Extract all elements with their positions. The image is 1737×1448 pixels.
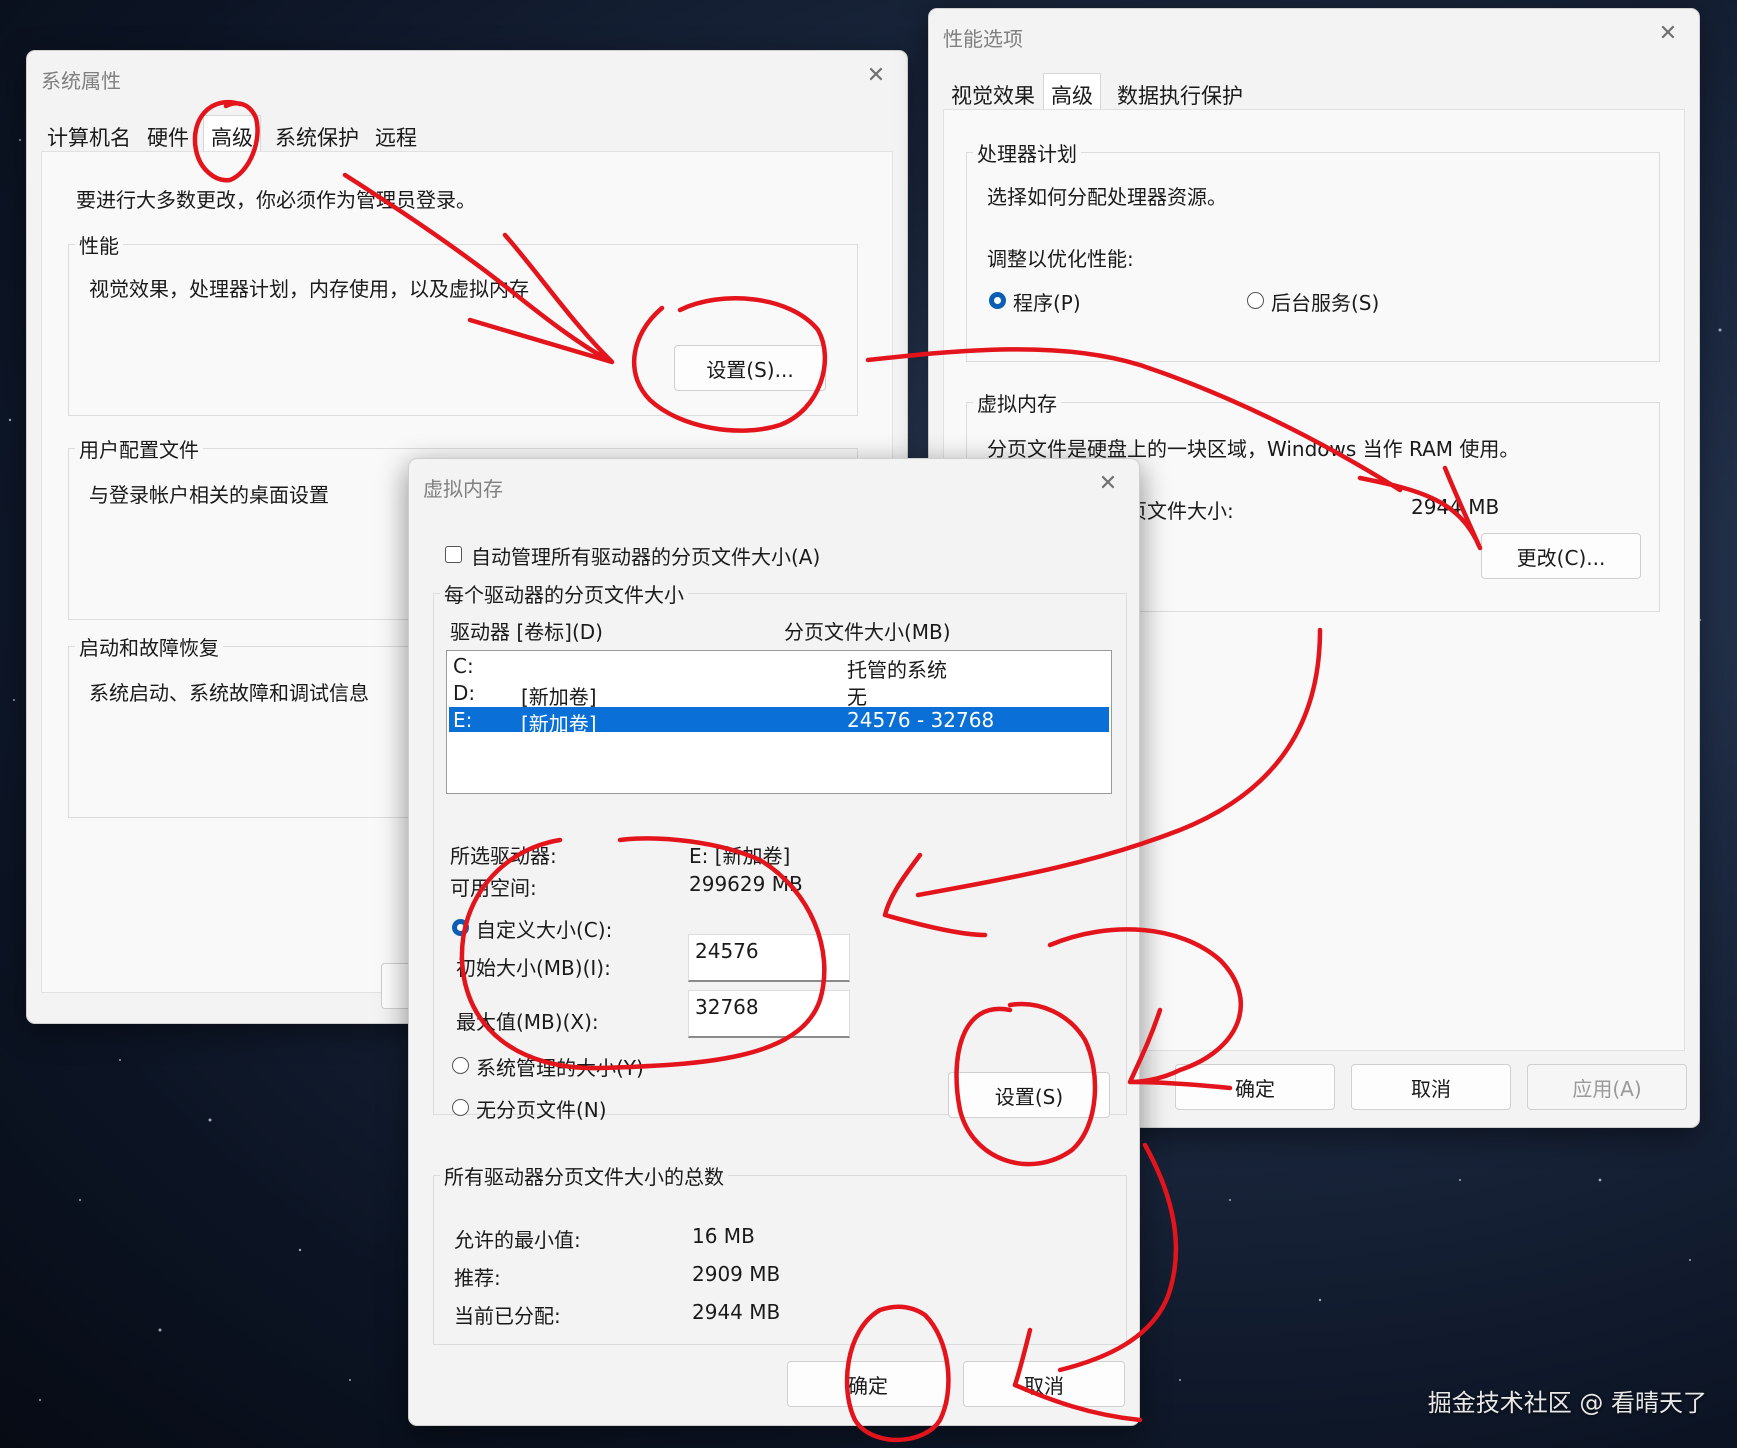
titlebar: 虚拟内存 ✕ bbox=[409, 459, 1139, 507]
no-paging-radio[interactable] bbox=[452, 1099, 469, 1116]
processor-group: 处理器计划 选择如何分配处理器资源。 调整以优化性能: 程序(P) 后台服务(S… bbox=[966, 138, 1660, 362]
window-title: 系统属性 bbox=[41, 69, 121, 93]
column-drive-header: 驱动器 [卷标](D) bbox=[450, 620, 603, 644]
apply-button[interactable]: 应用(A) bbox=[1527, 1064, 1687, 1110]
auto-manage-label[interactable]: 自动管理所有驱动器的分页文件大小(A) bbox=[471, 541, 820, 570]
drive-row-c[interactable]: C: 托管的系统 bbox=[449, 653, 1109, 682]
initial-size-label: 初始大小(MB)(I): bbox=[456, 956, 611, 980]
close-icon[interactable]: ✕ bbox=[863, 63, 889, 89]
performance-settings-button[interactable]: 设置(S)... bbox=[674, 345, 826, 391]
change-button[interactable]: 更改(C)... bbox=[1481, 533, 1641, 579]
per-drive-label: 每个驱动器的分页文件大小 bbox=[440, 579, 688, 608]
processor-desc: 选择如何分配处理器资源。 bbox=[987, 185, 1227, 209]
titlebar: 系统属性 ✕ bbox=[27, 51, 907, 99]
currently-allocated-value: 2944 MB bbox=[692, 1300, 781, 1324]
recommended-value: 2909 MB bbox=[692, 1262, 781, 1286]
drive-row-e[interactable]: E: [新加卷] 24576 - 32768 bbox=[449, 707, 1109, 736]
free-space-label: 可用空间: bbox=[450, 876, 537, 900]
vm-cancel-button[interactable]: 取消 bbox=[963, 1361, 1125, 1407]
currently-allocated-label: 当前已分配: bbox=[454, 1304, 561, 1328]
virtual-memory-label: 虚拟内存 bbox=[973, 388, 1061, 417]
user-profile-label: 用户配置文件 bbox=[75, 434, 203, 463]
system-managed-radio[interactable] bbox=[452, 1057, 469, 1074]
max-size-label: 最大值(MB)(X): bbox=[456, 1010, 599, 1034]
close-icon[interactable]: ✕ bbox=[1095, 471, 1121, 497]
window-title: 虚拟内存 bbox=[423, 477, 503, 501]
watermark-text: 掘金技术社区 @ 看晴天了 bbox=[1427, 1389, 1707, 1417]
programs-radio[interactable] bbox=[989, 292, 1006, 309]
startup-desc: 系统启动、系统故障和调试信息 bbox=[89, 681, 369, 705]
ok-button[interactable]: 确定 bbox=[1175, 1064, 1335, 1110]
performance-desc: 视觉效果，处理器计划，内存使用，以及虚拟内存 bbox=[89, 277, 529, 301]
total-paging-value: 2944 MB bbox=[1411, 495, 1500, 519]
selected-drive-value: E: [新加卷] bbox=[689, 844, 791, 868]
processor-label: 处理器计划 bbox=[973, 138, 1081, 167]
window-title: 性能选项 bbox=[943, 27, 1023, 51]
system-managed-label[interactable]: 系统管理的大小(Y) bbox=[476, 1052, 644, 1081]
min-allowed-value: 16 MB bbox=[692, 1224, 755, 1248]
adjust-label: 调整以优化性能: bbox=[987, 247, 1134, 271]
initial-size-input[interactable]: 24576 bbox=[688, 934, 850, 982]
totals-label: 所有驱动器分页文件大小的总数 bbox=[440, 1161, 728, 1190]
custom-size-radio[interactable] bbox=[452, 919, 469, 936]
vm-ok-button[interactable]: 确定 bbox=[787, 1361, 949, 1407]
titlebar: 性能选项 ✕ bbox=[929, 9, 1699, 57]
recommended-label: 推荐: bbox=[454, 1266, 501, 1290]
admin-note: 要进行大多数更改，你必须作为管理员登录。 bbox=[76, 188, 476, 212]
performance-label: 性能 bbox=[75, 230, 123, 259]
free-space-value: 299629 MB bbox=[689, 872, 803, 896]
per-drive-group: 每个驱动器的分页文件大小 驱动器 [卷标](D) 分页文件大小(MB) C: 托… bbox=[433, 579, 1127, 1122]
min-allowed-label: 允许的最小值: bbox=[454, 1228, 581, 1252]
custom-size-label[interactable]: 自定义大小(C): bbox=[476, 914, 612, 943]
close-icon[interactable]: ✕ bbox=[1655, 21, 1681, 47]
drive-row-d[interactable]: D: [新加卷] 无 bbox=[449, 680, 1109, 709]
programs-label[interactable]: 程序(P) bbox=[1013, 287, 1081, 316]
drive-list[interactable]: C: 托管的系统 D: [新加卷] 无 E: [新加卷] 24576 - 327… bbox=[446, 650, 1112, 794]
user-profile-desc: 与登录帐户相关的桌面设置 bbox=[89, 483, 329, 507]
selected-drive-label: 所选驱动器: bbox=[450, 844, 557, 868]
virtual-memory-dialog: 虚拟内存 ✕ 自动管理所有驱动器的分页文件大小(A) 每个驱动器的分页文件大小 … bbox=[408, 458, 1140, 1426]
no-paging-label[interactable]: 无分页文件(N) bbox=[476, 1094, 607, 1123]
max-size-input[interactable]: 32768 bbox=[688, 990, 850, 1038]
background-services-label[interactable]: 后台服务(S) bbox=[1271, 287, 1379, 316]
performance-group: 性能 视觉效果，处理器计划，内存使用，以及虚拟内存 设置(S)... bbox=[68, 230, 858, 416]
startup-label: 启动和故障恢复 bbox=[75, 632, 223, 661]
totals-group: 所有驱动器分页文件大小的总数 允许的最小值: 16 MB 推荐: 2909 MB… bbox=[433, 1161, 1127, 1345]
set-button[interactable]: 设置(S) bbox=[948, 1072, 1110, 1118]
background-services-radio[interactable] bbox=[1247, 292, 1264, 309]
column-size-header: 分页文件大小(MB) bbox=[784, 620, 951, 644]
cancel-button[interactable]: 取消 bbox=[1351, 1064, 1511, 1110]
auto-manage-checkbox[interactable] bbox=[445, 546, 462, 563]
